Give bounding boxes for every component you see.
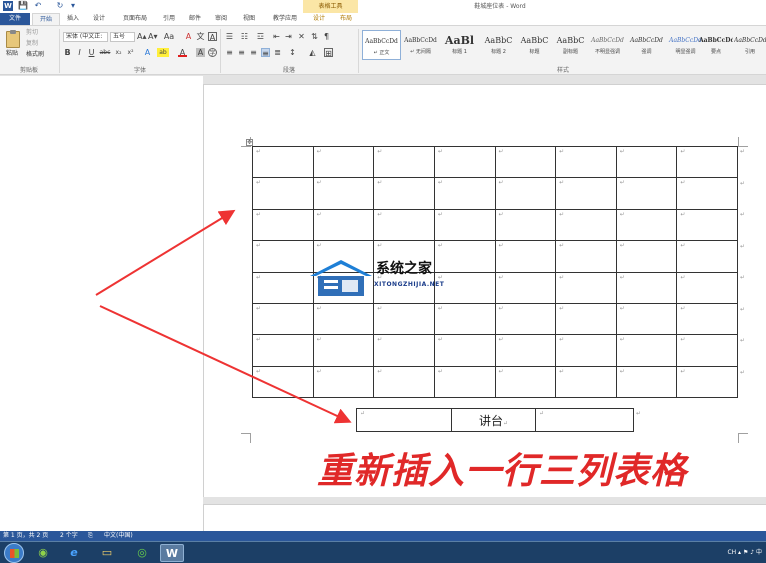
row-end-mark: ↵ xyxy=(740,148,746,155)
row-end-mark: ↵ xyxy=(740,211,746,218)
row-end-mark: ↵ xyxy=(740,242,746,250)
row-end-mark: ↵ xyxy=(740,368,746,376)
instruction-caption: 重新插入一行三列表格 xyxy=(317,451,688,492)
row-end-mark: ↵ xyxy=(740,305,746,313)
row-end-mark: ↵ xyxy=(740,337,746,344)
row-end-mark: ↵ xyxy=(740,274,746,281)
arrow-to-podium-table xyxy=(99,305,352,424)
start-button-icon[interactable] xyxy=(4,543,24,563)
internet-explorer-icon[interactable]: e xyxy=(62,544,86,562)
word-count[interactable]: 2 个字 xyxy=(60,531,78,541)
browser-360-icon[interactable]: ◉ xyxy=(31,544,55,562)
media-player-icon[interactable]: ◎ xyxy=(130,544,154,562)
word-taskbar-icon[interactable]: W xyxy=(160,544,184,562)
arrow-to-seating-table xyxy=(95,209,236,296)
row-end-mark: ↵ xyxy=(740,179,746,187)
status-bar: 第 1 页，共 2 页 2 个字 ⎘ 中文(中国) xyxy=(0,531,766,541)
page-count[interactable]: 第 1 页，共 2 页 xyxy=(3,531,48,541)
proofing-icon[interactable]: ⎘ xyxy=(88,531,93,541)
taskbar: ◉ e ▭ ◎ W CH ▴ ⚑ ♪ 中 xyxy=(0,541,766,563)
system-tray[interactable]: CH ▴ ⚑ ♪ 中 xyxy=(727,547,762,556)
file-explorer-icon[interactable]: ▭ xyxy=(95,544,119,562)
language-indicator[interactable]: 中文(中国) xyxy=(104,531,133,541)
